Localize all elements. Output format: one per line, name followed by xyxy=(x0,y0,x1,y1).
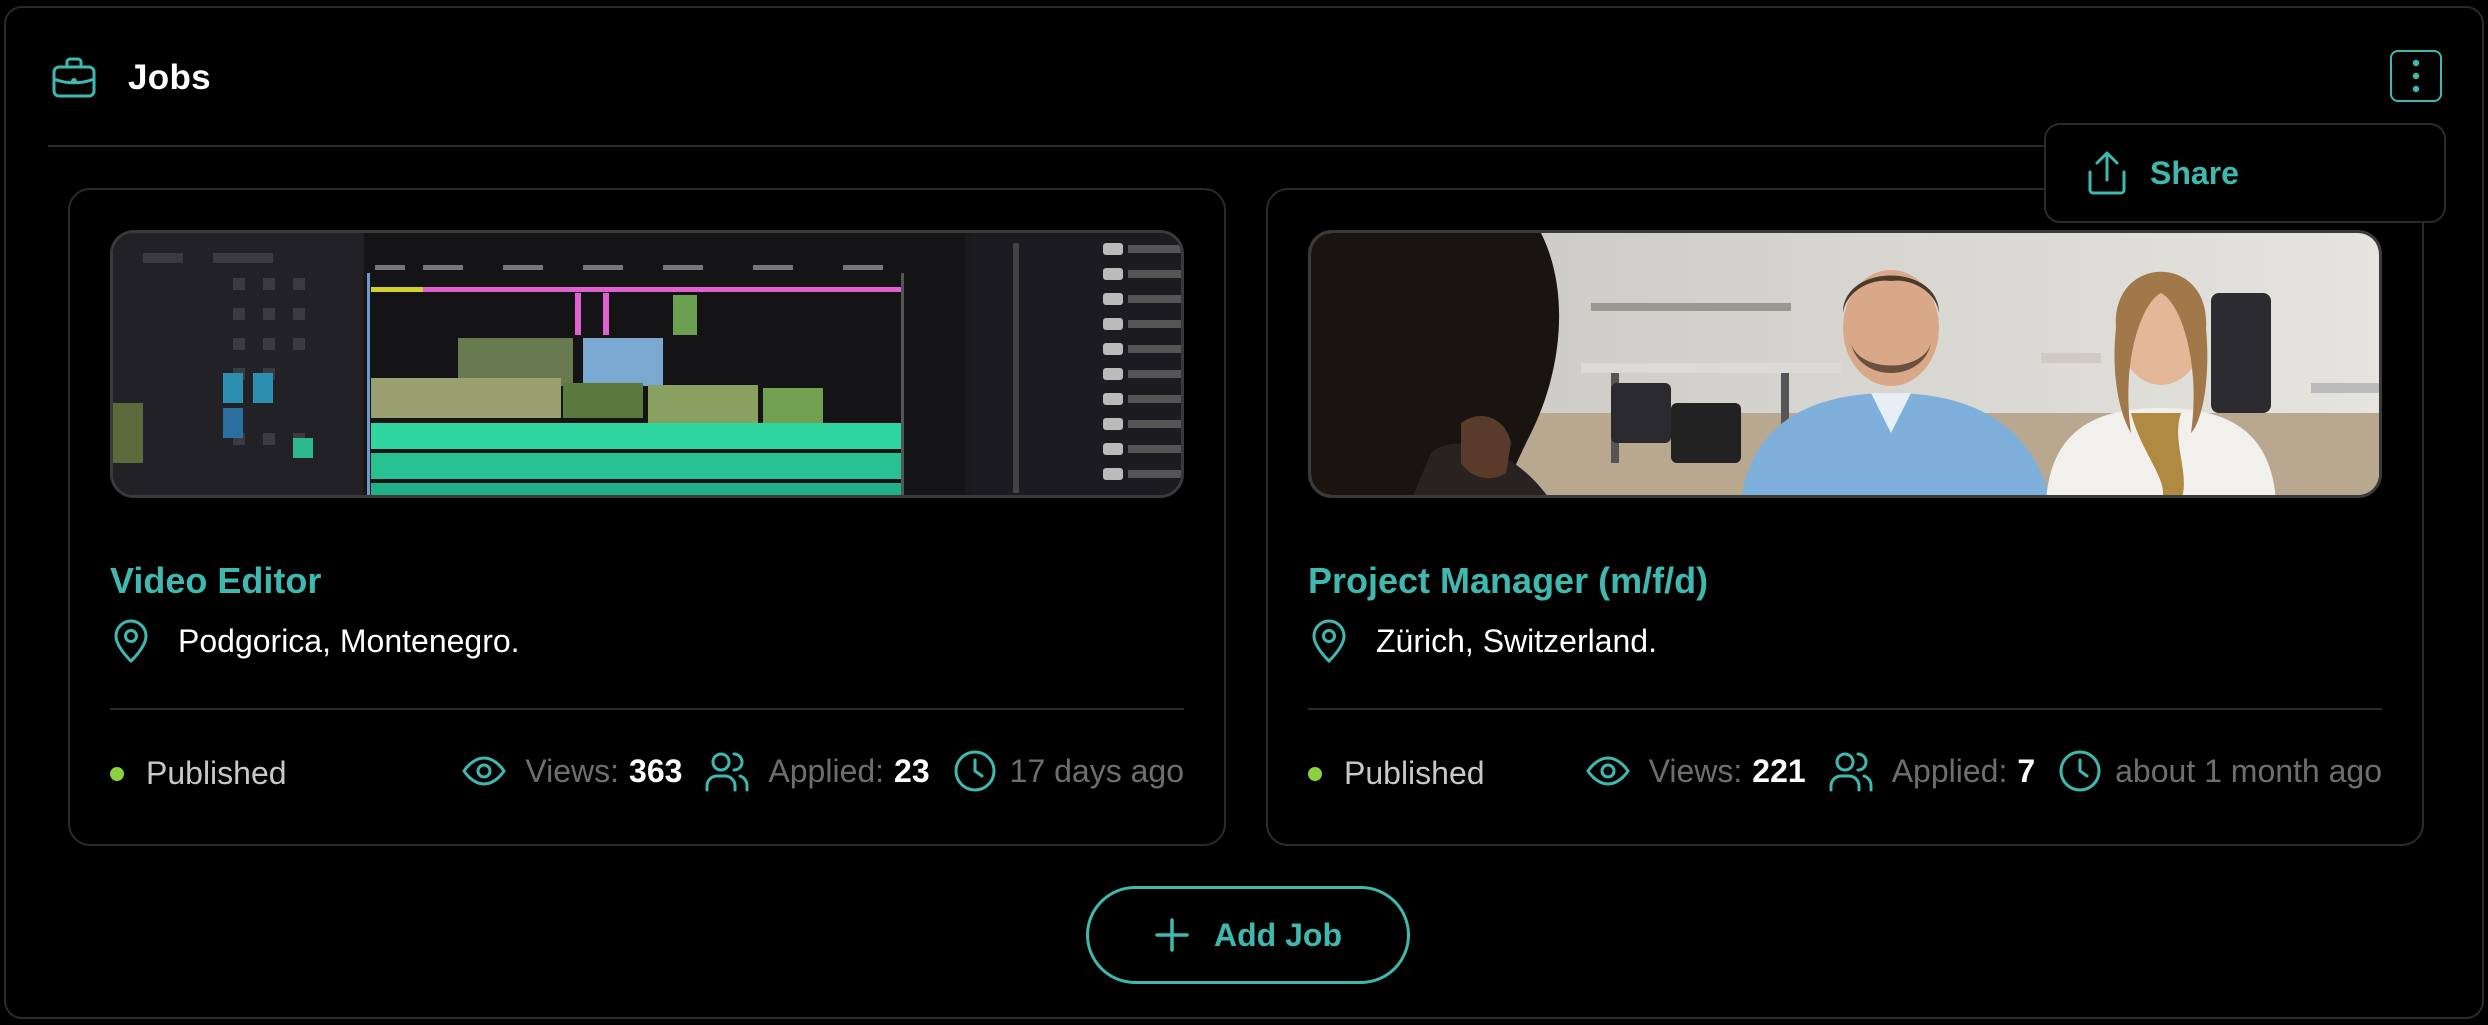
posted-time: 17 days ago xyxy=(1009,752,1184,789)
map-pin-icon xyxy=(1312,619,1346,664)
jobs-panel: Jobs Share Video Editor Podgorica, Monte… xyxy=(4,6,2484,1019)
views-count: 363 xyxy=(629,752,683,789)
add-job-button[interactable]: Add Job xyxy=(1086,886,1410,984)
status-badge: Published xyxy=(110,755,287,792)
views-count: 221 xyxy=(1752,752,1806,789)
job-stats: Views: 363 Applied: 23 17 days ago xyxy=(461,746,1184,796)
clock-icon xyxy=(2059,750,2101,792)
share-label: Share xyxy=(2150,154,2239,191)
applied-count: 23 xyxy=(894,752,930,789)
eye-icon xyxy=(1585,756,1630,786)
add-job-label: Add Job xyxy=(1214,916,1342,953)
share-menu-item[interactable]: Share xyxy=(2046,125,2444,221)
status-dot xyxy=(1308,766,1322,781)
views-label: Views: xyxy=(1648,752,1743,789)
status-dot xyxy=(110,766,124,781)
share-icon xyxy=(2088,151,2126,195)
card-divider xyxy=(110,708,1184,710)
page-title: Jobs xyxy=(128,58,211,97)
posted-time: about 1 month ago xyxy=(2115,752,2382,789)
map-pin-icon xyxy=(114,619,148,664)
applied-label: Applied: xyxy=(768,752,885,789)
plus-icon xyxy=(1155,918,1189,952)
briefcase-icon xyxy=(52,57,96,98)
status-badge: Published xyxy=(1308,755,1485,792)
job-title[interactable]: Video Editor xyxy=(110,560,321,602)
location-text: Zürich, Switzerland. xyxy=(1376,622,1657,659)
card-divider xyxy=(1308,708,2382,710)
users-icon xyxy=(705,752,749,792)
job-card-project-manager[interactable]: Project Manager (m/f/d) Zürich, Switzerl… xyxy=(1266,188,2424,846)
job-card-video-editor[interactable]: Video Editor Podgorica, Montenegro. Publ… xyxy=(68,188,1226,846)
more-menu-dropdown: Share xyxy=(2044,123,2446,223)
video-editing-timeline-image xyxy=(110,230,1184,498)
job-location: Podgorica, Montenegro. xyxy=(110,618,520,664)
status-text: Published xyxy=(146,755,287,791)
location-text: Podgorica, Montenegro. xyxy=(178,622,520,659)
more-vertical-icon xyxy=(2412,59,2420,93)
job-location: Zürich, Switzerland. xyxy=(1308,618,1657,664)
status-text: Published xyxy=(1344,755,1485,791)
job-stats: Views: 221 Applied: 7 about 1 month ago xyxy=(1585,746,2382,796)
users-icon xyxy=(1829,752,1873,792)
views-label: Views: xyxy=(525,752,620,789)
office-meeting-photo xyxy=(1308,230,2382,498)
eye-icon xyxy=(462,756,507,786)
applied-label: Applied: xyxy=(1891,752,2008,789)
job-title[interactable]: Project Manager (m/f/d) xyxy=(1308,560,1708,602)
more-menu-button[interactable] xyxy=(2390,50,2442,102)
applied-count: 7 xyxy=(2017,752,2036,789)
clock-icon xyxy=(954,750,996,792)
